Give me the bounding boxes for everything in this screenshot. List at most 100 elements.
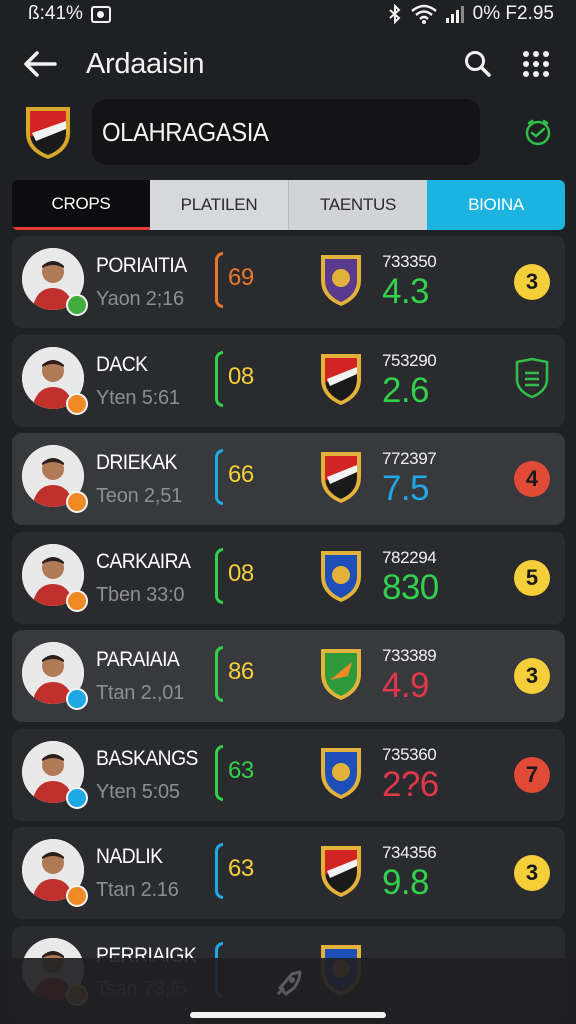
status-right: 0% F2.95 <box>387 3 554 25</box>
status-time: ß:41% <box>28 3 83 24</box>
rating-bracket <box>215 351 223 407</box>
player-subtitle: Yten 5:61 <box>96 387 180 409</box>
player-code: 734356 <box>382 843 437 862</box>
status-bar: ß:41% 0% F2.95 <box>0 0 576 28</box>
player-name: PARAIAIA <box>96 648 180 671</box>
team-selector-row: OLAHRAGASIA <box>0 98 576 166</box>
player-name: PORIAITIA <box>96 254 187 277</box>
rating-bracket <box>215 449 223 505</box>
player-status-badge <box>66 294 88 316</box>
player-score: 4.9 <box>382 666 429 705</box>
home-indicator[interactable] <box>190 1012 386 1018</box>
player-code: 772397 <box>382 449 437 468</box>
team-action-button[interactable] <box>518 112 558 152</box>
grid-dots-icon <box>523 51 549 77</box>
player-subtitle: Teon 2,51 <box>96 485 183 507</box>
player-name: DRIEKAK <box>96 451 178 474</box>
player-row[interactable]: DACK Yten 5:61 08 753290 2.6 <box>12 335 565 427</box>
bluetooth-icon <box>389 4 401 24</box>
rank-badge: 5 <box>514 560 550 596</box>
player-rating: 08 <box>228 560 254 587</box>
club-crest-icon <box>318 646 364 702</box>
player-subtitle: Tben 33:0 <box>96 584 185 606</box>
tab-crops[interactable]: CROPS <box>12 180 150 230</box>
player-rating: 63 <box>228 757 254 784</box>
player-row[interactable]: PORIAITIA Yaon 2;16 69 733350 4.3 3 <box>12 236 565 328</box>
player-name: CARKAIRA <box>96 550 191 573</box>
stopwatch-icon <box>525 119 551 146</box>
player-name: DACK <box>96 353 148 376</box>
tab-taentus[interactable]: TAENTUS <box>288 180 427 230</box>
rating-bracket <box>215 843 223 899</box>
player-code: 735360 <box>382 745 437 764</box>
player-row[interactable]: DRIEKAK Teon 2,51 66 772397 7.5 4 <box>12 433 565 525</box>
team-name-text: OLAHRAGASIA <box>102 116 269 147</box>
player-status-badge <box>66 688 88 710</box>
player-score: 9.8 <box>382 863 429 902</box>
search-button[interactable] <box>458 44 498 84</box>
player-status-badge <box>66 787 88 809</box>
signal-icon <box>445 6 464 23</box>
player-code: 782294 <box>382 548 437 567</box>
player-row[interactable]: PARAIAIA Ttan 2.,01 86 733389 4.9 3 <box>12 630 565 722</box>
player-status-badge <box>66 491 88 513</box>
player-score: 830 <box>382 568 439 607</box>
player-subtitle: Yaon 2;16 <box>96 288 184 310</box>
player-name: NADLIK <box>96 845 163 868</box>
player-code: 753290 <box>382 351 437 370</box>
player-subtitle: Yten 5:05 <box>96 781 180 803</box>
player-score: 2.6 <box>382 371 429 410</box>
rank-badge: 3 <box>514 855 550 891</box>
rank-badge: 3 <box>514 658 550 694</box>
club-crest-icon <box>318 843 364 899</box>
club-crest-icon <box>318 449 364 505</box>
rating-bracket <box>215 548 223 604</box>
player-code: 733389 <box>382 646 437 665</box>
player-row[interactable]: NADLIK Ttan 2.16 63 734356 9.8 3 <box>12 827 565 919</box>
rocket-nav-icon[interactable] <box>270 966 306 1002</box>
player-score: 2?6 <box>382 765 439 804</box>
menu-grid-button[interactable] <box>516 44 556 84</box>
wifi-icon <box>410 4 437 24</box>
rating-bracket <box>215 646 223 702</box>
player-status-badge <box>66 590 88 612</box>
status-battery-time: 0% F2.95 <box>472 3 554 24</box>
tab-bar: CROPS PLATILEN TAENTUS BIOINA <box>12 180 565 230</box>
rank-badge: 3 <box>514 264 550 300</box>
app-bar: Ardaaisin <box>0 36 576 92</box>
player-subtitle: Ttan 2.16 <box>96 879 179 901</box>
rank-badge: 4 <box>514 461 550 497</box>
search-icon <box>465 51 491 77</box>
player-status-badge <box>66 393 88 415</box>
team-name-field[interactable]: OLAHRAGASIA <box>92 99 480 165</box>
player-score: 7.5 <box>382 469 429 508</box>
club-crest-icon <box>318 745 364 801</box>
tab-bioina[interactable]: BIOINA <box>427 180 565 230</box>
status-left: ß:41% <box>28 3 111 25</box>
player-score: 4.3 <box>382 272 429 311</box>
player-row[interactable]: BASKANGS Yten 5:05 63 735360 2?6 7 <box>12 729 565 821</box>
player-rating: 08 <box>228 363 254 390</box>
page-title: Ardaaisin <box>86 47 205 80</box>
player-row[interactable]: CARKAIRA Tben 33:0 08 782294 830 5 <box>12 532 565 624</box>
tab-platilen[interactable]: PLATILEN <box>150 180 288 230</box>
player-subtitle: Ttan 2.,01 <box>96 682 185 704</box>
rating-bracket <box>215 252 223 308</box>
player-rating: 86 <box>228 658 254 685</box>
player-rating: 69 <box>228 264 254 291</box>
club-crest-icon <box>318 252 364 308</box>
player-rating: 66 <box>228 461 254 488</box>
bottom-nav <box>0 958 576 1024</box>
rank-badge: 7 <box>514 757 550 793</box>
shield-icon <box>515 357 549 399</box>
back-button[interactable] <box>20 44 60 84</box>
club-crest-icon <box>318 548 364 604</box>
camera-notification-icon <box>90 5 111 23</box>
player-rating: 63 <box>228 855 254 882</box>
rating-bracket <box>215 745 223 801</box>
club-crest-icon <box>318 351 364 407</box>
player-status-badge <box>66 885 88 907</box>
player-name: BASKANGS <box>96 747 198 770</box>
arrow-left-icon <box>24 51 57 77</box>
team-crest-icon <box>26 107 70 159</box>
